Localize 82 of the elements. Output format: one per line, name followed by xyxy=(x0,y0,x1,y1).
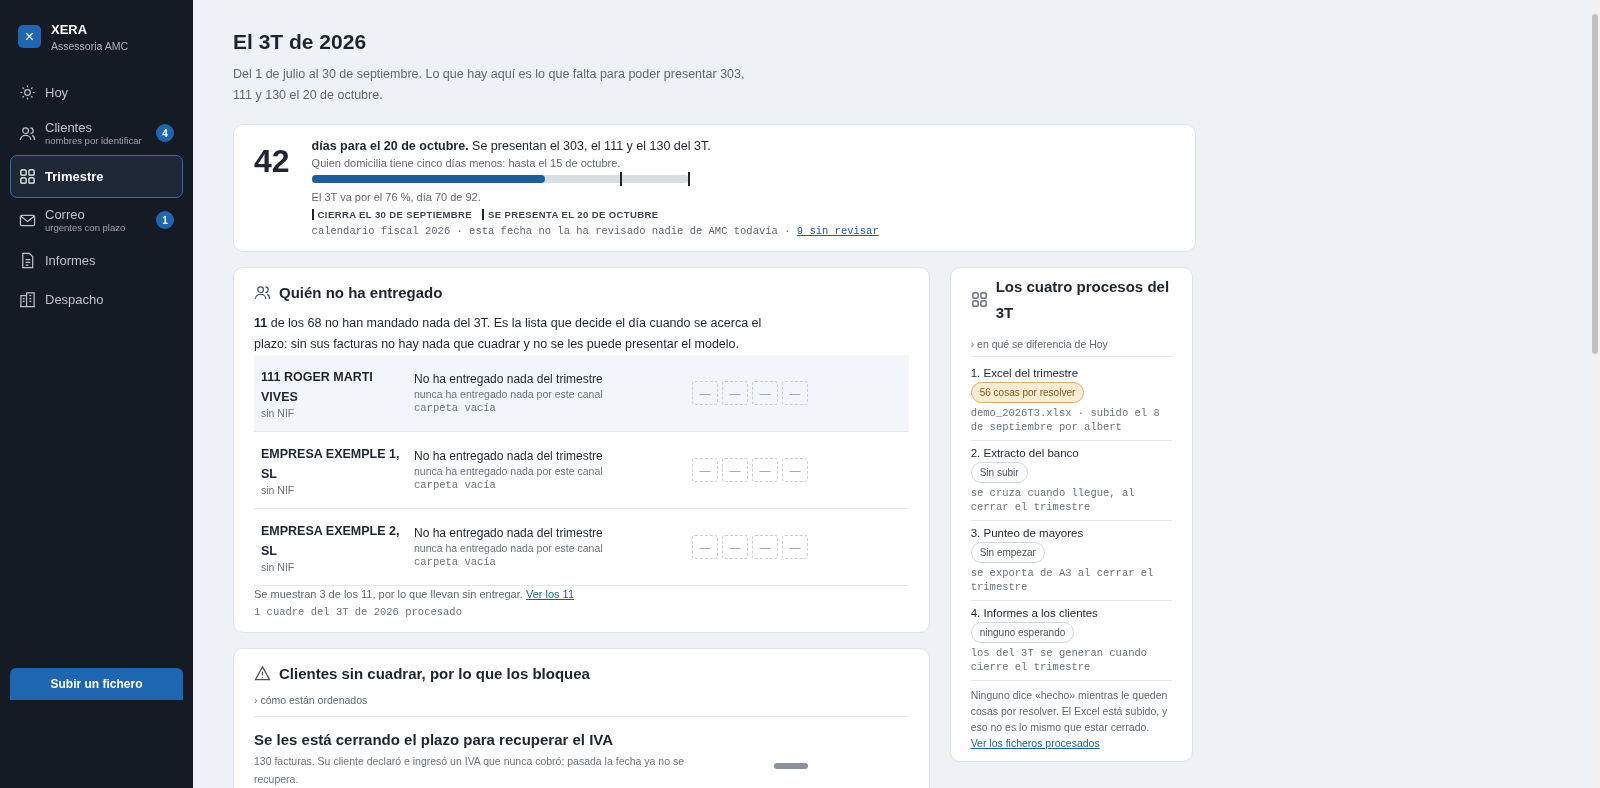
difference-toggle[interactable]: › en qué se diferencia de Hoy xyxy=(970,338,1172,357)
document-icon xyxy=(19,252,36,269)
nav-item[interactable]: Despacho xyxy=(10,281,183,318)
delivery-status: No ha entregado nada del trimestre xyxy=(414,449,604,463)
folder-status: carpeta vacía xyxy=(414,556,497,568)
source-text: calendario fiscal 2026 · esta fecha no la ha revisado nadie de AMC todavía · xyxy=(311,225,791,237)
empty-slot: — xyxy=(722,381,748,405)
unreviewed-link[interactable]: 9 sin revisar xyxy=(796,225,879,237)
nav-item[interactable]: Trimestre xyxy=(10,155,183,198)
process-note: se cruza cuando llegue, al cerrar el trimestre xyxy=(970,486,1136,514)
legend-item: CIERRA EL 30 DE SEPTIEMBRE xyxy=(311,209,473,220)
process-title: 4. Informes a los clientes xyxy=(970,607,1098,619)
empty-slot: — xyxy=(692,535,718,559)
empty-slot: — xyxy=(782,458,808,482)
empty-slot: — xyxy=(722,458,748,482)
brand-subtitle: Assessoria AMC xyxy=(51,40,129,52)
client-row[interactable]: EMPRESA EXEMPLE 1, SL sin NIF No ha entregado nada del trimestre nunca ha entregado nada por este canal carpeta vacía — — — — xyxy=(254,432,909,509)
client-row[interactable]: 111 ROGER MARTI VIVES sin NIF No ha entregado nada del trimestre nunca ha entregado nada por este canal carpeta vacía — — — — xyxy=(254,355,909,432)
card-title: Clientes sin cuadrar, por lo que los bloquea xyxy=(279,665,590,682)
nav-item[interactable]: Correo urgentes con plazo 1 xyxy=(10,200,183,240)
brand-name: XERA xyxy=(51,22,89,37)
empty-slot: — xyxy=(782,381,808,405)
building-icon xyxy=(19,291,36,308)
process-note: los del 3T se generan cuando cierre el trimestre xyxy=(970,646,1149,674)
card-title: Los cuatro procesos del 3T xyxy=(995,277,1171,323)
deadline-note: Quien domicilia tiene cinco días menos: hasta el 15 de octubre. xyxy=(311,157,622,169)
nav-item[interactable]: Clientes nombres por identificar 4 xyxy=(10,113,183,153)
client-row[interactable]: EMPRESA EXEMPLE 2, SL sin NIF No ha entregado nada del trimestre nunca ha entregado nada por este canal carpeta vacía — — — — xyxy=(254,509,909,586)
group-title: Se les está cerrando el plazo para recuperar el IVA xyxy=(254,731,615,748)
processed-files-link[interactable]: Ver los ficheros procesados xyxy=(970,737,1100,749)
progress-text: El 3T va por el 76 %, día 70 de 92. xyxy=(311,191,482,203)
process-title: 1. Excel del trimestre xyxy=(970,367,1079,379)
logo-icon: × xyxy=(18,25,41,48)
empty-slot: — xyxy=(752,535,778,559)
people-icon xyxy=(254,284,271,301)
empty-slot: — xyxy=(782,535,808,559)
empty-slot: — xyxy=(752,381,778,405)
process-note: demo_2026T3.xlsx · subido el 8 de septiembre por albert xyxy=(970,406,1161,434)
client-nif: sin NIF xyxy=(261,484,296,496)
process-note: se exporta de A3 al cerrar el trimestre xyxy=(970,566,1155,594)
empty-slot: — xyxy=(692,381,718,405)
nav-item[interactable]: Informes xyxy=(10,242,183,279)
see-all-link[interactable]: Ver los 11 xyxy=(525,588,575,600)
delivery-status: No ha entregado nada del trimestre xyxy=(414,526,604,540)
empty-slot: — xyxy=(692,458,718,482)
scrollbar[interactable] xyxy=(1590,0,1600,788)
deadline-headline: días para el 20 de octubre. Se presentan el 303, el 111 y el 130 del 3T. xyxy=(311,139,712,153)
empty-slot: — xyxy=(752,458,778,482)
warning-icon xyxy=(254,665,271,682)
client-nif: sin NIF xyxy=(261,407,296,419)
processes-footnote: Ninguno dice «hecho» mientras le queden cosas por resolver. El Excel está subido, y eso no es lo mismo que estar cerrado. Ver los ficheros procesados xyxy=(970,688,1169,751)
card-intro: 11 de los 68 no han mandado nada del 3T. Es la lista que decide el día cuando se acerca el plazo: sin sus facturas no hay nada que cuadrar y no se les puede presentar el modelo. xyxy=(254,315,763,353)
empty-slot: — xyxy=(722,535,748,559)
delivery-status: No ha entregado nada del trimestre xyxy=(414,372,604,386)
grid-icon xyxy=(970,291,988,308)
delivery-detail: nunca ha entregado nada por este canal xyxy=(414,465,604,477)
days-count: 42 xyxy=(254,143,290,181)
page-subtitle: Del 1 de julio al 30 de septiembre. Lo que hay aquí es lo que falta para poder presentar 303, 111 y 130 el 20 de octubre. xyxy=(233,66,746,104)
placeholder-bar xyxy=(774,763,808,769)
card-title: Quién no ha entregado xyxy=(279,284,443,301)
ordering-toggle[interactable]: › cómo están ordenados xyxy=(254,694,909,717)
folder-status: carpeta vacía xyxy=(414,402,497,414)
grid-icon xyxy=(19,168,36,185)
client-name: EMPRESA EXEMPLE 2, SL xyxy=(261,523,401,560)
process-title: 3. Punteo de mayores xyxy=(970,527,1084,539)
delivery-detail: nunca ha entregado nada por este canal xyxy=(414,388,604,400)
page-title: El 3T de 2026 xyxy=(233,30,368,54)
status-badge: 56 cosas por resolver xyxy=(970,382,1085,403)
delivery-detail: nunca ha entregado nada por este canal xyxy=(414,542,604,554)
nav-item[interactable]: Hoy xyxy=(10,74,183,111)
group-description: 130 facturas. Su cliente declaró e ingresó un IVA que nunca cobró; pasada la fecha ya no se recupera. xyxy=(254,754,685,787)
legend-item: SE PRESENTA EL 20 DE OCTUBRE xyxy=(482,209,659,220)
folder-status: carpeta vacía xyxy=(414,479,497,491)
processed-note: 1 cuadre del 3T de 2026 procesado xyxy=(254,606,463,618)
upload-button[interactable]: Subir un fichero xyxy=(10,668,183,700)
client-name: EMPRESA EXEMPLE 1, SL xyxy=(261,446,401,483)
client-nif: sin NIF xyxy=(261,561,296,573)
client-name: 111 ROGER MARTI VIVES xyxy=(261,369,374,406)
people-icon xyxy=(19,124,36,142)
list-summary: Se muestran 3 de los 11, por lo que llevan sin entregar. xyxy=(254,588,523,600)
process-title: 2. Extracto del banco xyxy=(970,447,1079,459)
sun-icon xyxy=(19,84,36,101)
